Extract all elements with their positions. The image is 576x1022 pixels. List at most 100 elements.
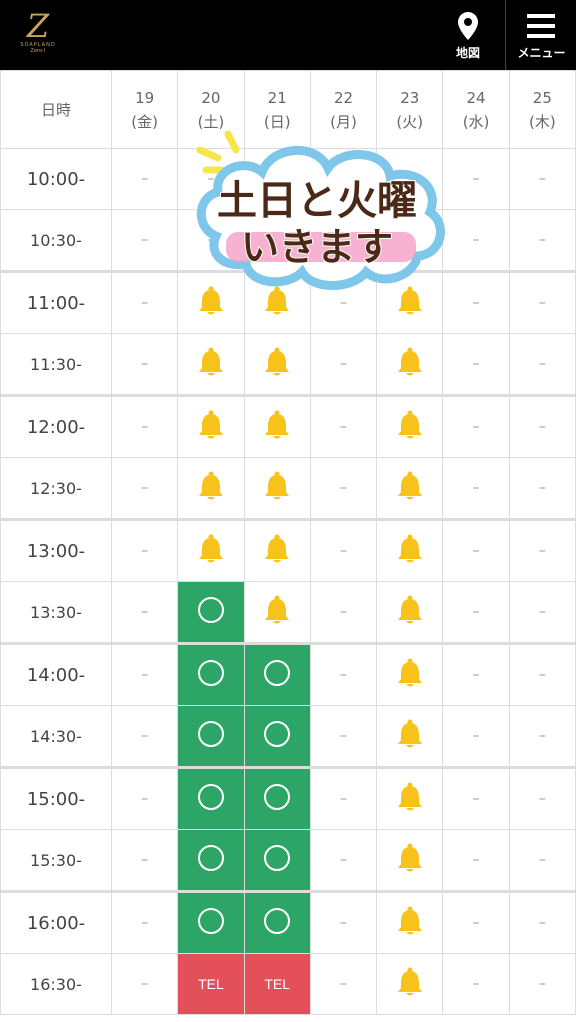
day-header-23: 23 (火): [376, 70, 444, 149]
slot-available[interactable]: [243, 766, 311, 830]
time-label: 14:30-: [0, 705, 112, 768]
menu-label: メニュー: [517, 46, 566, 60]
slot-available[interactable]: [243, 890, 311, 954]
slot-unavailable: –: [110, 953, 179, 1015]
slot-request[interactable]: [243, 333, 311, 396]
schedule-row: 13:30- – – – –: [0, 581, 576, 644]
slot-available[interactable]: [177, 581, 245, 644]
circle-icon: [197, 908, 224, 934]
slot-unavailable: –: [110, 333, 179, 396]
slot-unavailable: –: [309, 705, 378, 768]
circle-icon: [264, 660, 291, 686]
slot-request[interactable]: [243, 457, 311, 520]
bell-icon: [198, 471, 223, 500]
slot-request[interactable]: [376, 829, 444, 892]
bell-icon: [397, 286, 422, 315]
slot-available[interactable]: [177, 766, 245, 830]
bell-icon: [397, 719, 422, 748]
schedule-row: 10:30- – – – – – – –: [0, 209, 576, 272]
bell-icon: [397, 534, 422, 563]
map-button[interactable]: 地図: [440, 0, 496, 70]
bell-icon: [198, 534, 223, 563]
slot-request[interactable]: [243, 394, 311, 458]
slot-request[interactable]: [376, 333, 444, 396]
slot-unavailable: –: [110, 642, 179, 706]
circle-icon: [197, 721, 224, 747]
slot-unavailable: –: [309, 457, 378, 520]
slot-unavailable: –: [508, 642, 576, 706]
slot-unavailable: –: [110, 394, 179, 458]
schedule-header-row: 日時 19 (金) 20 (土) 21 (日) 22 (月) 23 (火) 24 (水) 25 (木): [0, 70, 576, 149]
slot-unavailable: –: [442, 148, 510, 210]
slot-request[interactable]: [376, 642, 444, 706]
bell-icon: [265, 347, 290, 376]
schedule-row: 10:00- – – – – – – –: [0, 148, 576, 210]
slot-request[interactable]: [376, 457, 444, 520]
day-number: 19: [135, 88, 155, 107]
slot-request[interactable]: [376, 581, 444, 644]
schedule-row: 12:30- – – – –: [0, 457, 576, 520]
slot-request[interactable]: [243, 518, 311, 582]
time-label: 13:00-: [0, 518, 112, 582]
schedule-row: 15:30- – – – –: [0, 829, 576, 892]
bell-icon: [397, 843, 422, 872]
slot-tel[interactable]: TEL: [243, 953, 311, 1015]
slot-request[interactable]: [177, 457, 245, 520]
slot-unavailable: –: [376, 148, 444, 210]
slot-request[interactable]: [376, 518, 444, 582]
schedule-row: 14:00- – – – –: [0, 642, 576, 706]
slot-available[interactable]: [243, 705, 311, 768]
schedule-row: 16:00- – – – –: [0, 890, 576, 954]
menu-button[interactable]: メニュー: [505, 0, 576, 70]
slot-available[interactable]: [243, 829, 311, 892]
slot-unavailable: –: [508, 766, 576, 830]
slot-request[interactable]: [243, 270, 311, 334]
top-header: Z SOAPLAND Zero-I 地図 メニュー: [0, 0, 576, 70]
time-label: 11:00-: [0, 270, 112, 334]
slot-available[interactable]: [177, 890, 245, 954]
slot-available[interactable]: [177, 642, 245, 706]
slot-unavailable: –: [442, 518, 510, 582]
slot-unavailable: –: [508, 270, 576, 334]
slot-available[interactable]: [243, 642, 311, 706]
slot-unavailable: –: [177, 209, 245, 272]
slot-request[interactable]: [376, 270, 444, 334]
schedule-row: 15:00- – – – –: [0, 766, 576, 830]
slot-unavailable: –: [376, 209, 444, 272]
slot-request[interactable]: [376, 394, 444, 458]
slot-unavailable: –: [110, 209, 179, 272]
slot-request[interactable]: [177, 333, 245, 396]
slot-request[interactable]: [243, 581, 311, 644]
slot-unavailable: –: [243, 148, 311, 210]
slot-unavailable: –: [442, 642, 510, 706]
slot-request[interactable]: [376, 766, 444, 830]
slot-unavailable: –: [508, 890, 576, 954]
slot-request[interactable]: [177, 270, 245, 334]
slot-unavailable: –: [110, 581, 179, 644]
slot-unavailable: –: [309, 953, 378, 1015]
slot-request[interactable]: [177, 518, 245, 582]
slot-request[interactable]: [376, 890, 444, 954]
schedule-body: 10:00- – – – – – – –10:30- – – – – – – –11:00- – – – –11:3…: [0, 148, 576, 1015]
schedule-row: 11:00- – – – –: [0, 270, 576, 334]
slot-unavailable: –: [309, 270, 378, 334]
brand-logo[interactable]: Z SOAPLAND Zero-I: [16, 10, 60, 60]
day-header-20: 20 (土): [177, 70, 245, 149]
slot-unavailable: –: [442, 209, 510, 272]
logo-mark: Z: [26, 7, 50, 45]
slot-request[interactable]: [376, 705, 444, 768]
time-label: 10:30-: [0, 209, 112, 272]
bell-icon: [397, 410, 422, 439]
slot-tel[interactable]: TEL: [177, 953, 245, 1015]
day-header-25: 25 (木): [508, 70, 576, 149]
bell-icon: [265, 595, 290, 624]
time-label: 16:30-: [0, 953, 112, 1015]
slot-unavailable: –: [309, 333, 378, 396]
slot-request[interactable]: [177, 394, 245, 458]
slot-unavailable: –: [508, 209, 576, 272]
slot-request[interactable]: [376, 953, 444, 1015]
slot-unavailable: –: [309, 766, 378, 830]
slot-available[interactable]: [177, 705, 245, 768]
slot-available[interactable]: [177, 829, 245, 892]
day-weekday: (金): [131, 112, 158, 131]
